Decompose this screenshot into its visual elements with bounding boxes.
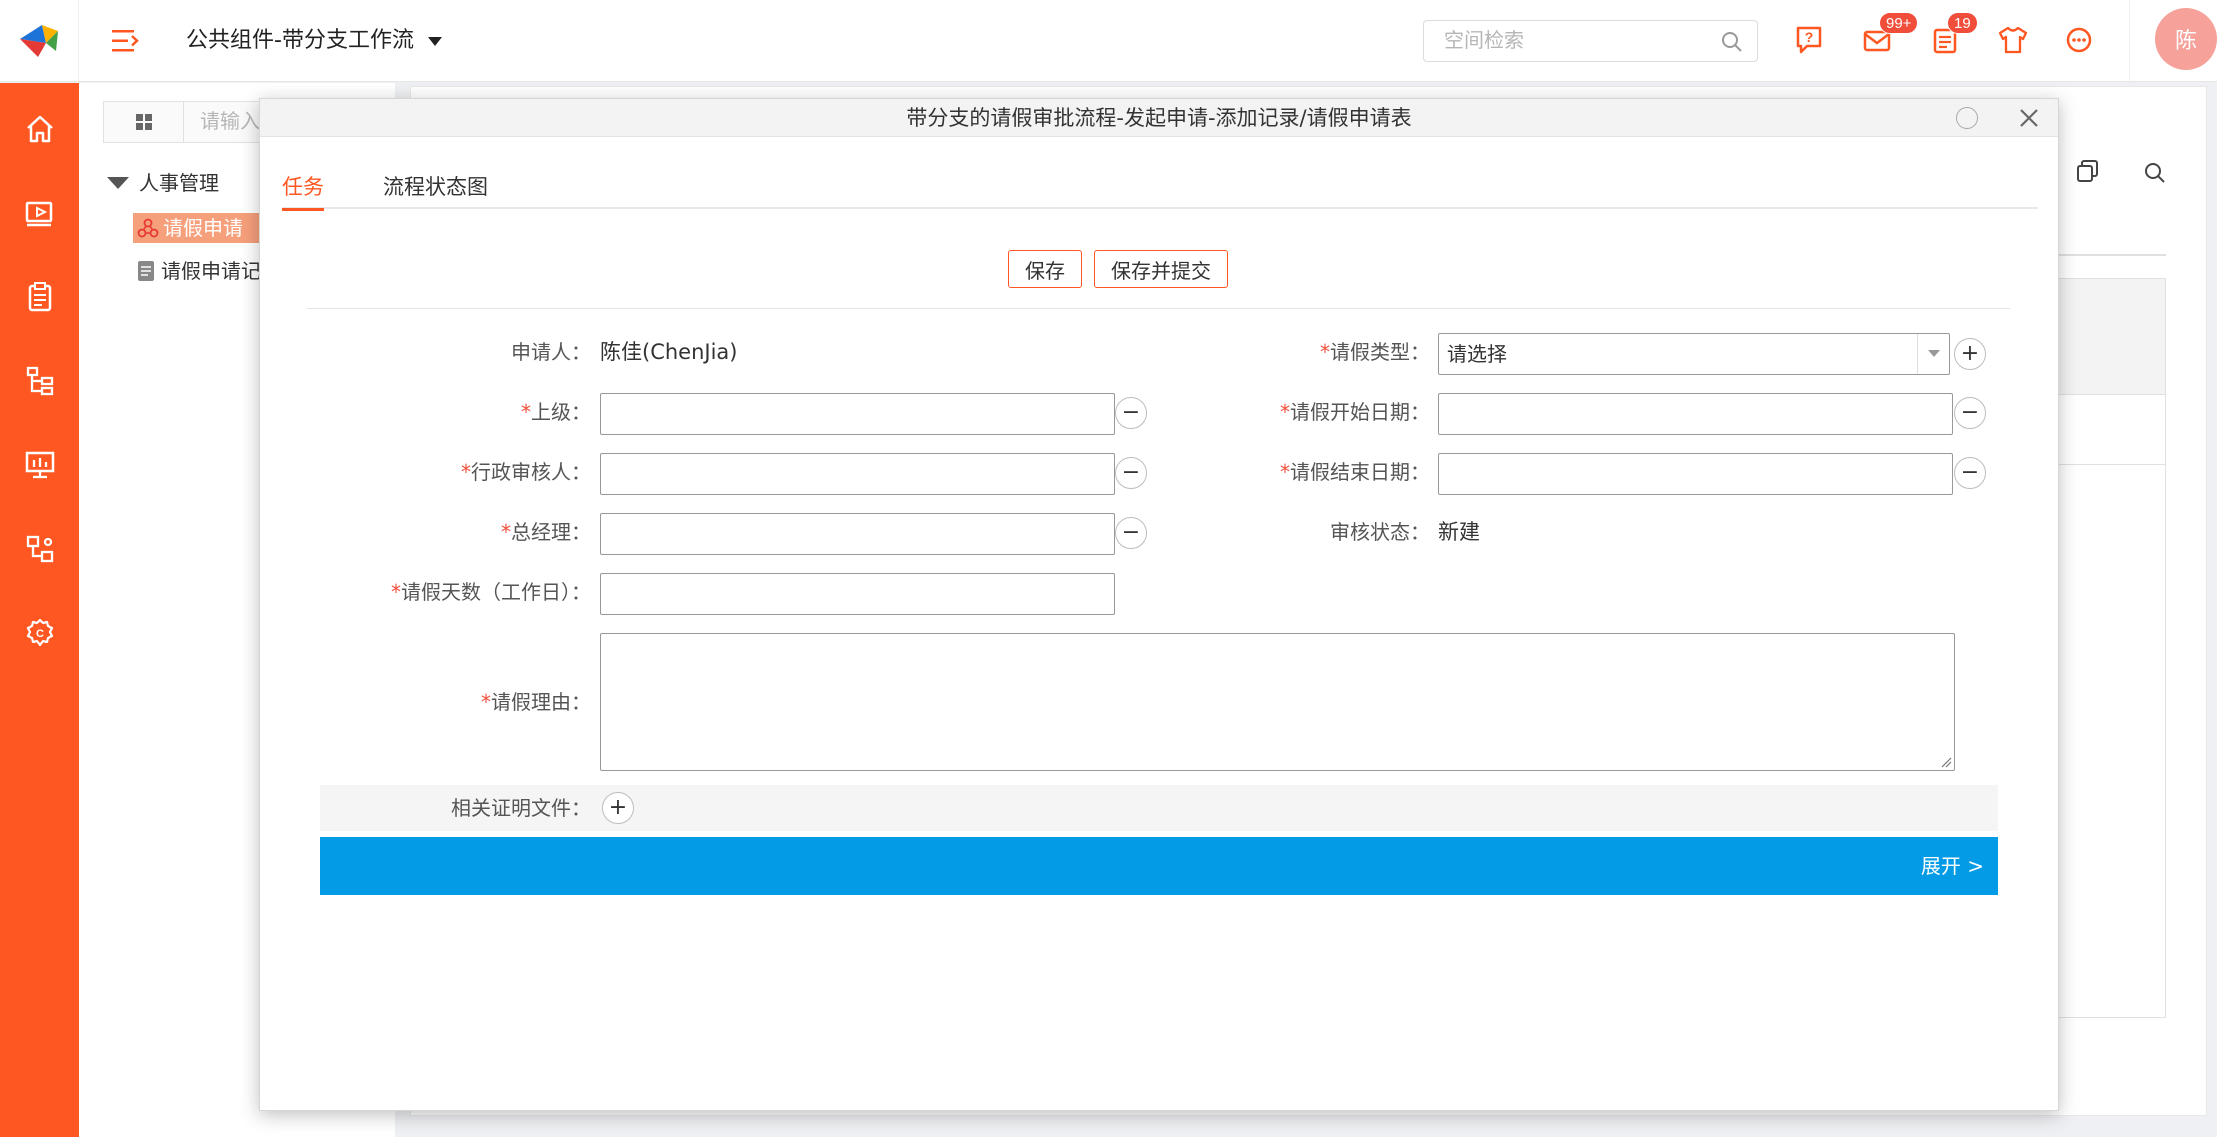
add-attachment-button[interactable]: + bbox=[602, 792, 634, 824]
leave-days-label: *请假天数（工作日）： bbox=[391, 580, 591, 604]
workflow-icon bbox=[26, 535, 53, 563]
messages-button[interactable]: 99+ bbox=[1857, 12, 1919, 60]
caret-down-icon bbox=[107, 177, 129, 189]
leave-type-label: *请假类型： bbox=[1320, 340, 1430, 364]
tree-item-leave-application[interactable]: 请假申请 bbox=[133, 213, 273, 243]
review-status-label: 审核状态： bbox=[1330, 520, 1430, 544]
logo-icon bbox=[20, 25, 58, 57]
space-search[interactable] bbox=[1423, 20, 1758, 62]
document-icon bbox=[138, 261, 154, 281]
rail-home[interactable] bbox=[0, 99, 79, 159]
remove-superior-button[interactable]: − bbox=[1115, 397, 1147, 429]
superior-input[interactable] bbox=[600, 393, 1115, 435]
messages-badge: 99+ bbox=[1879, 12, 1919, 34]
menu-icon bbox=[112, 30, 139, 52]
rail-media[interactable] bbox=[0, 183, 79, 243]
monitor-chart-icon bbox=[25, 451, 54, 479]
expand-bar[interactable]: 展开 > bbox=[320, 837, 1998, 895]
tree-root-label: 人事管理 bbox=[139, 171, 219, 195]
review-status-value: 新建 bbox=[1438, 520, 1480, 544]
rail-structure[interactable] bbox=[0, 351, 79, 411]
add-leave-type-button[interactable]: + bbox=[1954, 338, 1986, 370]
chat-icon bbox=[2066, 27, 2092, 53]
admin-reviewer-label: *行政审核人： bbox=[461, 460, 591, 484]
expand-label: 展开 > bbox=[1920, 854, 1984, 878]
attachment-row: 相关证明文件： + bbox=[320, 785, 1998, 831]
applicant-label: 申请人： bbox=[511, 340, 591, 364]
tasks-badge: 19 bbox=[1947, 12, 1978, 34]
leave-reason-textarea[interactable] bbox=[600, 633, 1955, 771]
grid-view-button[interactable] bbox=[104, 102, 184, 142]
rail-settings[interactable]: C bbox=[0, 603, 79, 663]
dropdown-arrow-icon[interactable] bbox=[1917, 334, 1949, 374]
attachment-label: 相关证明文件： bbox=[451, 796, 591, 820]
copy-icon[interactable] bbox=[2075, 158, 2101, 184]
remove-start-date-button[interactable]: − bbox=[1954, 397, 1986, 429]
left-rail: C bbox=[0, 83, 79, 1137]
clipboard-icon bbox=[28, 282, 51, 312]
end-date-input[interactable] bbox=[1438, 453, 1953, 495]
superior-label: *上级： bbox=[521, 400, 591, 424]
space-search-input[interactable] bbox=[1444, 21, 1714, 61]
tree-item-leave-records[interactable]: 请假申请记 bbox=[137, 256, 261, 286]
help-button[interactable]: ? bbox=[1789, 20, 1829, 60]
leave-days-input[interactable] bbox=[600, 573, 1115, 615]
resize-handle-icon[interactable] bbox=[1940, 756, 1952, 768]
svg-text:C: C bbox=[36, 628, 44, 640]
tshirt-icon bbox=[1998, 26, 2028, 54]
applicant-value: 陈佳(ChenJia) bbox=[600, 340, 738, 364]
leave-application-modal: 带分支的请假审批流程-发起申请-添加记录/请假申请表 任务 流程状态图 保存 保… bbox=[259, 98, 2059, 1111]
search-icon[interactable] bbox=[2142, 160, 2168, 186]
gm-label: *总经理： bbox=[501, 520, 591, 544]
tree-structure-icon bbox=[26, 366, 53, 396]
remove-end-date-button[interactable]: − bbox=[1954, 457, 1986, 489]
tasks-button[interactable]: 19 bbox=[1925, 12, 1978, 60]
app-logo[interactable] bbox=[0, 0, 79, 82]
video-icon bbox=[25, 201, 52, 227]
admin-reviewer-input[interactable] bbox=[600, 453, 1115, 495]
theme-button[interactable] bbox=[1993, 20, 2033, 60]
tab-flow-status[interactable]: 流程状态图 bbox=[383, 167, 488, 207]
top-divider bbox=[2129, 0, 2130, 82]
rail-dashboard[interactable] bbox=[0, 435, 79, 495]
home-icon bbox=[26, 115, 53, 143]
chevron-down-icon bbox=[427, 36, 442, 46]
form-divider bbox=[307, 308, 2010, 309]
space-selector[interactable]: 公共组件-带分支工作流 bbox=[186, 24, 442, 58]
tree-root-node[interactable]: 人事管理 bbox=[107, 168, 219, 198]
save-button[interactable]: 保存 bbox=[1008, 250, 1082, 288]
svg-text:?: ? bbox=[1805, 29, 1814, 45]
modal-header: 带分支的请假审批流程-发起申请-添加记录/请假申请表 bbox=[260, 99, 2058, 137]
start-date-label: *请假开始日期： bbox=[1280, 400, 1430, 424]
close-icon[interactable] bbox=[2016, 105, 2042, 131]
chat-button[interactable] bbox=[2059, 20, 2099, 60]
search-icon[interactable] bbox=[1721, 31, 1743, 53]
end-date-label: *请假结束日期： bbox=[1280, 460, 1430, 484]
tab-task[interactable]: 任务 bbox=[282, 167, 324, 211]
space-title: 公共组件-带分支工作流 bbox=[186, 28, 414, 53]
leave-reason-label: *请假理由： bbox=[481, 690, 591, 714]
save-submit-button[interactable]: 保存并提交 bbox=[1094, 250, 1228, 288]
gear-icon: C bbox=[26, 618, 53, 647]
gm-input[interactable] bbox=[600, 513, 1115, 555]
top-bar: 公共组件-带分支工作流 ? 99+ 19 bbox=[0, 0, 2217, 82]
modal-tabs: 任务 流程状态图 bbox=[282, 167, 2038, 211]
remove-gm-button[interactable]: − bbox=[1115, 517, 1147, 549]
maximize-icon[interactable] bbox=[1956, 107, 1978, 129]
leave-type-value: 请选择 bbox=[1447, 342, 1507, 366]
rail-workflow[interactable] bbox=[0, 519, 79, 579]
start-date-input[interactable] bbox=[1438, 393, 1953, 435]
rail-tasks[interactable] bbox=[0, 267, 79, 327]
user-avatar[interactable]: 陈 bbox=[2155, 8, 2217, 70]
modal-title: 带分支的请假审批流程-发起申请-添加记录/请假申请表 bbox=[906, 106, 1412, 130]
menu-toggle-button[interactable] bbox=[108, 24, 144, 58]
tree-item-label: 请假申请 bbox=[163, 216, 243, 240]
remove-admin-reviewer-button[interactable]: − bbox=[1115, 457, 1147, 489]
help-icon: ? bbox=[1796, 26, 1822, 54]
tree-item-label: 请假申请记 bbox=[161, 259, 261, 283]
grid-icon bbox=[135, 114, 152, 130]
leave-type-select[interactable]: 请选择 bbox=[1438, 333, 1950, 375]
workflow-node-icon bbox=[137, 218, 159, 238]
